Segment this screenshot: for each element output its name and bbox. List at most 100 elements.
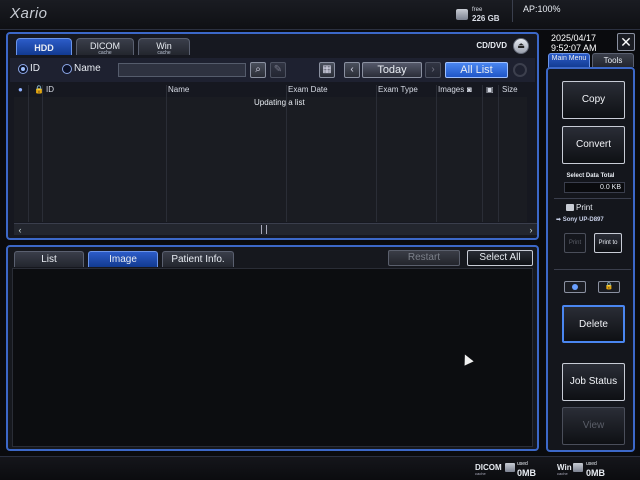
column-divider bbox=[436, 85, 437, 222]
radio-id[interactable] bbox=[18, 64, 28, 74]
refresh-icon[interactable] bbox=[513, 63, 527, 77]
column-header-size[interactable]: Size bbox=[502, 85, 518, 94]
printer-icon bbox=[566, 204, 574, 211]
radio-name[interactable] bbox=[62, 64, 72, 74]
eraser-icon: ✎ bbox=[273, 64, 283, 75]
tab-sublabel: cache bbox=[98, 50, 112, 56]
dicom-used-label: used bbox=[517, 461, 528, 467]
printer-name-text: Sony UP-D897 bbox=[562, 217, 604, 223]
search-icon: ⌕ bbox=[255, 64, 261, 75]
select-dot-icon[interactable]: ● bbox=[18, 85, 23, 94]
eye-toggle-button[interactable] bbox=[564, 281, 586, 293]
column-divider bbox=[286, 85, 287, 222]
table-header: ● 🔒 ID Name Exam Date Exam Type Images ◙… bbox=[14, 85, 527, 96]
date-time: 2025/04/17 9:52:07 AM bbox=[551, 33, 597, 53]
top-bar: Xario free 226 GB AP:100% bbox=[0, 0, 640, 30]
column-divider bbox=[166, 85, 167, 222]
select-data-total-label: Select Data Total bbox=[566, 173, 615, 179]
scroll-left-icon[interactable]: ‹ bbox=[14, 224, 26, 236]
free-label: free bbox=[472, 7, 483, 13]
disk-icon bbox=[456, 9, 468, 20]
eject-button[interactable]: ⏏ bbox=[513, 38, 529, 54]
tab-patient-info[interactable]: Patient Info. bbox=[162, 251, 234, 267]
free-space-indicator: free 226 GB bbox=[456, 7, 500, 25]
ap-status: AP:100% bbox=[512, 0, 640, 22]
chevron-right-icon: › bbox=[431, 64, 435, 75]
today-button[interactable]: Today bbox=[362, 62, 422, 78]
all-list-button[interactable]: All List bbox=[445, 62, 508, 78]
column-header-name[interactable]: Name bbox=[168, 85, 189, 94]
column-divider bbox=[376, 85, 377, 222]
prev-date-button[interactable]: ‹ bbox=[344, 62, 360, 78]
column-header-id[interactable]: ID bbox=[46, 85, 54, 94]
restart-button[interactable]: Restart bbox=[388, 250, 460, 266]
view-button[interactable]: View bbox=[562, 407, 625, 445]
win-used-label: used bbox=[586, 461, 597, 467]
print-button[interactable]: Print bbox=[564, 233, 586, 253]
column-divider bbox=[482, 85, 483, 222]
clear-search-button[interactable]: ✎ bbox=[270, 62, 286, 78]
tab-main-menu[interactable]: Main Menu bbox=[548, 53, 590, 68]
status-updating: Updating a list bbox=[254, 98, 305, 107]
scroll-right-icon[interactable]: › bbox=[525, 224, 537, 236]
search-input[interactable] bbox=[118, 63, 246, 77]
disk-icon bbox=[573, 463, 583, 472]
win-cache-status: Win cache used 0MB bbox=[557, 461, 617, 478]
select-all-button[interactable]: Select All bbox=[467, 250, 533, 266]
divider bbox=[554, 269, 631, 270]
tab-dicom-cache[interactable]: DICOM cache bbox=[76, 38, 134, 56]
dicom-cache-status: DICOM cache used 0MB bbox=[475, 461, 537, 478]
tab-list[interactable]: List bbox=[14, 251, 84, 267]
free-value: 226 GB bbox=[472, 14, 500, 23]
print-to-button[interactable]: Print to bbox=[594, 233, 622, 253]
tab-label: HDD bbox=[34, 43, 54, 53]
print-label: Print bbox=[576, 203, 593, 212]
time-text: 9:52:07 AM bbox=[551, 43, 597, 53]
lock-icon: 🔒 bbox=[604, 283, 614, 290]
dicom-cache-sub: cache bbox=[475, 471, 486, 476]
close-button[interactable]: ✕ bbox=[617, 33, 635, 51]
calendar-icon: ▦ bbox=[322, 64, 332, 75]
study-table-body[interactable]: Updating a list bbox=[14, 97, 527, 222]
tab-sublabel: cache bbox=[157, 50, 171, 56]
dicom-used-value: 0MB bbox=[517, 468, 537, 478]
lock-button[interactable]: 🔒 bbox=[598, 281, 620, 293]
column-divider bbox=[28, 85, 29, 222]
win-used-value: 0MB bbox=[586, 468, 606, 478]
select-data-total-value: 0.0 KB bbox=[564, 182, 625, 193]
tab-tools[interactable]: Tools bbox=[592, 53, 634, 67]
image-thumbnail-area[interactable] bbox=[12, 268, 533, 447]
camera-icon: ◙ bbox=[467, 85, 472, 94]
tab-win-cache[interactable]: Win cache bbox=[138, 38, 190, 56]
copy-button[interactable]: Copy bbox=[562, 81, 625, 119]
column-header-exam-type[interactable]: Exam Type bbox=[378, 85, 418, 94]
delete-button[interactable]: Delete bbox=[562, 305, 625, 343]
main-menu-sidebar: Copy Convert Select Data Total 0.0 KB Pr… bbox=[546, 67, 635, 452]
convert-button[interactable]: Convert bbox=[562, 126, 625, 164]
next-date-button[interactable]: › bbox=[425, 62, 441, 78]
scroll-thumb[interactable] bbox=[261, 225, 267, 234]
brand-logo: Xario bbox=[10, 5, 48, 22]
image-panel: List Image Patient Info. Restart Select … bbox=[6, 245, 539, 451]
column-header-images[interactable]: Images bbox=[438, 85, 464, 94]
cd-dvd-label: CD/DVD bbox=[476, 41, 507, 50]
column-divider bbox=[498, 85, 499, 222]
printer-name: ➡ Sony UP-D897 bbox=[556, 217, 604, 223]
print-section: Print ➡ Sony UP-D897 Print Print to bbox=[554, 198, 631, 260]
search-row: ID Name ⌕ ✎ ▦ ‹ Today › All List bbox=[10, 58, 535, 82]
column-divider bbox=[42, 85, 43, 222]
job-status-button[interactable]: Job Status bbox=[562, 363, 625, 401]
column-header-exam-date[interactable]: Exam Date bbox=[288, 85, 328, 94]
date-text: 2025/04/17 bbox=[551, 33, 597, 43]
close-icon: ✕ bbox=[620, 34, 632, 50]
chevron-left-icon: ‹ bbox=[350, 64, 354, 75]
calendar-button[interactable]: ▦ bbox=[319, 62, 335, 78]
radio-id-label: ID bbox=[30, 63, 40, 74]
search-button[interactable]: ⌕ bbox=[250, 62, 266, 78]
radio-name-label: Name bbox=[74, 63, 101, 74]
film-icon: ▣ bbox=[486, 85, 494, 94]
tab-hdd[interactable]: HDD bbox=[16, 38, 72, 55]
horizontal-scrollbar[interactable]: ‹ › bbox=[14, 223, 537, 235]
tab-image[interactable]: Image bbox=[88, 251, 158, 267]
bottom-status-bar: DICOM cache used 0MB Win cache used 0MB bbox=[0, 456, 640, 480]
